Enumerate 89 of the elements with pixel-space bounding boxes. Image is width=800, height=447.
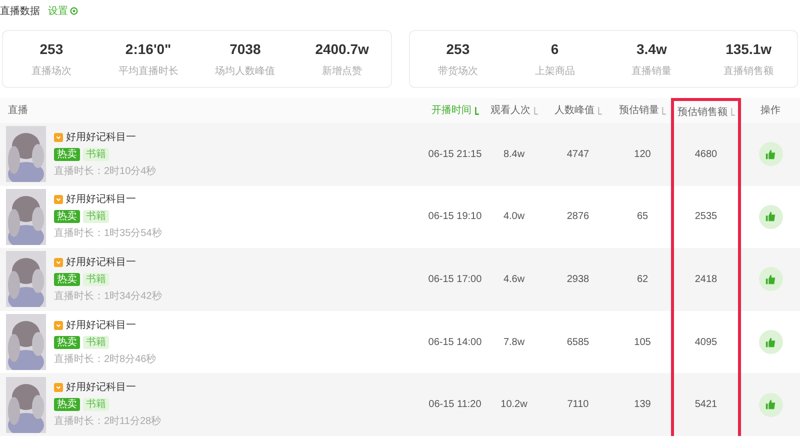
table-cell-text: 4.0w — [503, 210, 525, 224]
live-duration: 直播时长：2时10分4秒 — [54, 164, 156, 179]
shop-icon — [54, 132, 63, 142]
action-button[interactable] — [758, 267, 782, 292]
live-duration: 直播时长：1时35分54秒 — [54, 226, 162, 242]
sort-icon — [532, 106, 538, 114]
action-button[interactable] — [758, 204, 782, 229]
table-cell-text: 65 — [636, 210, 648, 224]
shop-icon — [54, 383, 63, 392]
stat-value: 7038 — [230, 40, 261, 59]
stat-value: 6 — [550, 40, 559, 59]
stat-value: 3.4w — [636, 40, 667, 59]
table-cell-text: 4.6w — [503, 272, 525, 287]
settings-icon — [70, 7, 78, 15]
action-button[interactable] — [758, 392, 782, 417]
table-cell-text: 2876 — [566, 210, 590, 224]
table-cell-text: 7110 — [567, 398, 589, 412]
table-cell-text: 139 — [634, 398, 651, 412]
stat-label: 上架商品 — [534, 64, 575, 79]
table-cell-text: 4747 — [566, 148, 590, 162]
shop-icon — [54, 195, 63, 204]
tag: 书籍 — [83, 398, 109, 412]
tag: 热卖 — [54, 272, 80, 286]
settings-link[interactable]: 设置 — [48, 4, 78, 18]
table-cell-text: 62 — [636, 272, 648, 287]
shop-icon — [54, 320, 63, 330]
table-cell-text: 7.8w — [503, 336, 525, 350]
table-cell-text: 120 — [634, 148, 651, 162]
live-title[interactable]: 好用好记科目一 — [66, 254, 136, 270]
live-title[interactable]: 好用好记科目一 — [66, 380, 136, 396]
tag: 书籍 — [83, 272, 109, 286]
live-duration: 直播时长：2时8分46秒 — [54, 352, 156, 367]
table-cell-text: 2535 — [694, 210, 718, 224]
thumbs-up-icon — [765, 399, 776, 410]
stat-value: 253 — [40, 40, 64, 59]
table-cell-text: 2418 — [694, 272, 718, 287]
table-cell-text: 10.2w — [500, 398, 528, 412]
live-title[interactable]: 好用好记科目一 — [66, 192, 136, 208]
sort-icon — [596, 106, 602, 114]
table-cell-text: 6585 — [566, 336, 590, 350]
thumbs-up-icon — [765, 274, 776, 285]
live-duration: 直播时长：1时34分42秒 — [54, 290, 162, 304]
stat-label: 平均直播时长 — [118, 64, 178, 79]
sort-icon — [474, 106, 478, 114]
tag: 书籍 — [83, 148, 109, 161]
table-cell-text: 2938 — [566, 272, 590, 287]
table-cell-text: 06-15 14:00 — [428, 336, 482, 350]
sort-icon — [661, 106, 666, 114]
thumbs-up-icon — [765, 336, 776, 348]
stat-value: 135.1w — [726, 40, 772, 59]
table-cell-text: 4680 — [694, 148, 718, 162]
column-header[interactable]: 观看人次 — [486, 98, 542, 123]
tag: 热卖 — [54, 148, 80, 161]
action-button[interactable] — [758, 330, 782, 354]
stat-label: 带货场次 — [438, 64, 478, 79]
thumbs-up-icon — [765, 148, 776, 160]
table-cell-text: 105 — [634, 336, 651, 350]
table-cell-text: 06-15 11:20 — [428, 398, 482, 412]
action-button[interactable] — [758, 142, 782, 166]
tag: 热卖 — [54, 210, 80, 224]
table-cell-text: 06-15 21:15 — [428, 148, 482, 162]
column-header: 操作 — [760, 104, 782, 118]
sort-icon — [730, 108, 734, 116]
stat-label: 场均人数峰值 — [215, 65, 276, 79]
column-header[interactable]: 人数峰值 — [542, 98, 614, 123]
shop-icon — [54, 258, 63, 267]
tag: 热卖 — [54, 398, 80, 412]
stat-label: 新增点赞 — [322, 64, 362, 79]
table-cell-text: 5421 — [694, 398, 718, 412]
stat-value: 2400.7w — [315, 40, 369, 59]
stat-label: 直播场次 — [31, 64, 72, 79]
stat-value: 2:16'0" — [125, 40, 172, 59]
table-cell-text: 06-15 19:10 — [428, 210, 482, 224]
table-cell-text: 06-15 17:00 — [428, 272, 482, 287]
column-header[interactable]: 预估销量 — [614, 98, 671, 123]
stat-label: 直播销售额 — [724, 64, 774, 79]
stat-label: 直播销量 — [632, 64, 672, 79]
thumbs-up-icon — [765, 211, 776, 222]
section-title: 直播数据 — [0, 4, 40, 18]
stat-value: 253 — [446, 40, 470, 59]
tag: 热卖 — [54, 336, 80, 349]
tag: 书籍 — [83, 210, 109, 224]
live-title[interactable]: 好用好记科目一 — [66, 318, 136, 333]
column-header: 直播 — [7, 104, 29, 118]
tag: 书籍 — [83, 336, 109, 349]
table-cell-text: 8.4w — [503, 148, 525, 162]
live-duration: 直播时长：2时11分28秒 — [54, 414, 162, 430]
live-title[interactable]: 好用好记科目一 — [66, 130, 136, 145]
table-cell-text: 4095 — [694, 336, 718, 350]
